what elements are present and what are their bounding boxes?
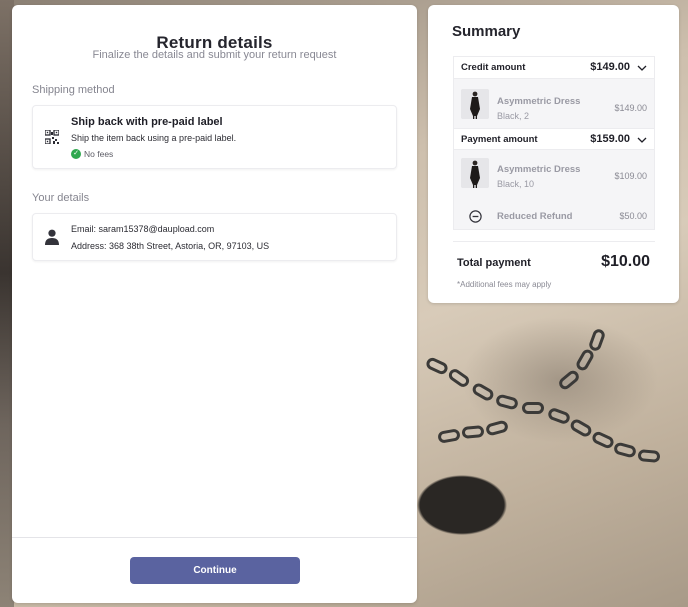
- reduced-refund-label: Reduced Refund: [497, 211, 573, 222]
- minus-circle-icon: [469, 210, 482, 223]
- summary-breakdown: Credit amount $149.00 Asymmetric Dress B…: [453, 56, 655, 230]
- payment-item-name: Asymmetric Dress: [497, 164, 581, 175]
- chevron-down-icon[interactable]: [637, 63, 647, 73]
- continue-button[interactable]: Continue: [130, 557, 300, 584]
- your-details-label: Your details: [32, 192, 90, 204]
- qr-code-icon: [45, 130, 59, 144]
- product-thumbnail: [461, 89, 489, 119]
- dress-image: [461, 89, 489, 119]
- credit-amount-value: $149.00: [590, 61, 630, 73]
- background-chain: [418, 327, 688, 490]
- payment-item-variant: Black, 10: [497, 179, 535, 189]
- payment-amount-value: $159.00: [590, 133, 630, 145]
- payment-amount-label: Payment amount: [461, 134, 538, 145]
- payment-item-price: $109.00: [614, 171, 647, 181]
- product-thumbnail: [461, 158, 489, 188]
- credit-item-name: Asymmetric Dress: [497, 96, 581, 107]
- total-payment-label: Total payment: [457, 257, 531, 269]
- shipping-option-description: Ship the item back using a pre-paid labe…: [71, 133, 237, 143]
- shipping-option-card[interactable]: Ship back with pre-paid label Ship the i…: [32, 105, 397, 169]
- fees-indicator: ✓ No fees: [71, 149, 113, 159]
- email-text: Email: saram15378@daupload.com: [71, 224, 215, 234]
- credit-amount-label: Credit amount: [461, 62, 526, 73]
- credit-item-price: $149.00: [614, 103, 647, 113]
- your-details-card: Email: saram15378@daupload.com Address: …: [32, 213, 397, 261]
- reduced-refund-amount: $50.00: [619, 211, 647, 221]
- shipping-option-title: Ship back with pre-paid label: [71, 116, 223, 128]
- credit-item-variant: Black, 2: [497, 111, 530, 121]
- check-circle-icon: ✓: [71, 149, 81, 159]
- total-payment-amount: $10.00: [601, 253, 650, 270]
- credit-amount-row[interactable]: Credit amount $149.00: [454, 57, 654, 79]
- return-details-panel: Return details Finalize the details and …: [12, 5, 417, 603]
- page-subtitle: Finalize the details and submit your ret…: [92, 49, 337, 61]
- summary-panel: Summary Credit amount $149.00 Asymmetric…: [428, 5, 679, 303]
- chevron-down-icon[interactable]: [637, 135, 647, 145]
- payment-amount-row[interactable]: Payment amount $159.00: [454, 128, 654, 150]
- additional-fees-note: *Additional fees may apply: [457, 280, 552, 289]
- fees-text: No fees: [84, 149, 114, 159]
- summary-title: Summary: [452, 23, 521, 40]
- shipping-method-label: Shipping method: [32, 84, 115, 96]
- footer-divider: [12, 537, 417, 538]
- address-text: Address: 368 38th Street, Astoria, OR, 9…: [71, 241, 270, 251]
- dress-image: [461, 158, 489, 188]
- summary-divider: [453, 241, 655, 242]
- person-icon: [45, 229, 59, 245]
